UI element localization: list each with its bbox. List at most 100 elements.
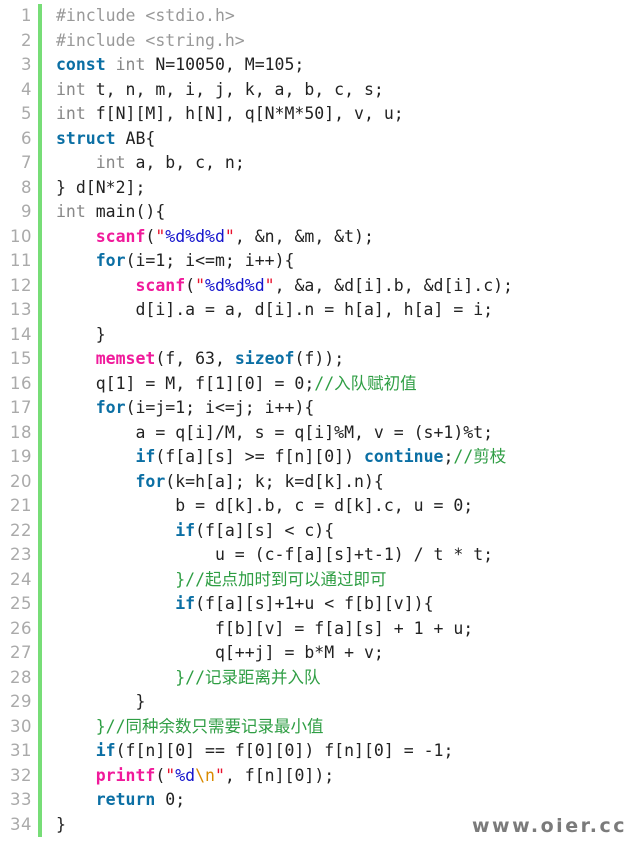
code-line-content: f[b][v] = f[a][s] + 1 + u; <box>42 617 639 642</box>
token-keyword: if <box>175 520 196 540</box>
code-line-content: }//起点加时到可以通过即可 <box>42 568 639 593</box>
token-string: " <box>214 765 225 785</box>
site-watermark: www.oier.cc <box>471 815 627 837</box>
token-plain: q[1] = M, f[1][0] = 0; <box>56 373 315 393</box>
code-line: 17 for(i=j=1; i<=j; i++){ <box>0 396 639 421</box>
code-line-content: q[1] = M, f[1][0] = 0;//入队赋初值 <box>42 372 639 397</box>
code-line-content: scanf("%d%d%d", &a, &d[i].b, &d[i].c); <box>42 274 639 299</box>
code-line: 7 int a, b, c, n; <box>0 151 639 176</box>
token-plain: , f[n][0]); <box>224 765 335 785</box>
token-plain: (f, 63, <box>155 349 235 368</box>
code-line-content: } d[N*2]; <box>42 176 639 201</box>
code-line-content: b = d[k].b, c = d[k].c, u = 0; <box>42 494 639 519</box>
token-comment: //剪枝 <box>453 447 507 466</box>
code-line-content: scanf("%d%d%d", &n, &m, &t); <box>42 225 639 250</box>
code-line: 16 q[1] = M, f[1][0] = 0;//入队赋初值 <box>0 371 639 397</box>
token-type: int <box>115 55 146 74</box>
code-line: 31 if(f[n][0] == f[0][0]) f[n][0] = -1; <box>0 739 639 764</box>
line-number: 12 <box>10 275 32 295</box>
token-plain: (f[a][s] >= f[n][0]) <box>155 447 364 466</box>
token-keyword: return <box>95 790 156 809</box>
code-line: 5 int f[N][M], h[N], q[N*M*50], v, u; <box>0 102 639 127</box>
token-keyword: struct <box>56 128 116 148</box>
code-line-content: return 0; <box>42 788 639 813</box>
code-line-content: for(i=1; i<=m; i++){ <box>42 249 639 274</box>
line-number: 28 <box>10 667 32 687</box>
token-plain: } <box>56 324 106 344</box>
token-plain: ( <box>155 765 166 785</box>
code-line: 1 #include <stdio.h> <box>0 4 639 29</box>
line-number: 33 <box>10 790 32 809</box>
code-line-content: if(f[n][0] == f[0][0]) f[n][0] = -1; <box>42 739 639 764</box>
code-line: 24 }//起点加时到可以通过即可 <box>0 567 639 593</box>
line-number: 6 <box>21 128 32 148</box>
token-fmt: %d%d%d <box>205 275 265 295</box>
token-keyword: if <box>135 447 156 466</box>
token-string: " <box>165 765 176 785</box>
token-plain: (k=h[a]; k; k=d[k].n){ <box>165 471 384 491</box>
line-number: 16 <box>10 373 32 393</box>
token-type: int <box>95 153 126 172</box>
code-line: 26 f[b][v] = f[a][s] + 1 + u; <box>0 616 639 642</box>
token-keyword: sizeof <box>234 349 295 368</box>
token-comment: }//起点加时到可以通过即可 <box>175 569 387 589</box>
code-line: 25 if(f[a][s]+1+u < f[b][v]){ <box>0 592 639 617</box>
token-string: " <box>155 226 166 246</box>
token-plain: a = q[i]/M, s = q[i]%M, v = (s+1)%t; <box>56 422 494 442</box>
token-string: " <box>195 275 206 295</box>
line-number: 24 <box>10 569 32 589</box>
line-number: 22 <box>10 520 32 540</box>
line-number: 27 <box>10 643 32 662</box>
code-line: 32 printf("%d\n", f[n][0]); <box>0 763 639 789</box>
token-plain: } d[N*2]; <box>56 177 146 197</box>
line-number: 11 <box>10 251 32 270</box>
code-line: 27 q[++j] = b*M + v; <box>0 641 639 666</box>
code-line: 4 int t, n, m, i, j, k, a, b, c, s; <box>0 77 639 102</box>
code-line: 2 #include <string.h> <box>0 28 639 54</box>
line-number: 29 <box>10 692 32 711</box>
token-keyword: continue <box>363 447 444 466</box>
code-line-content: }//同种余数只需要记录最小值 <box>42 715 639 740</box>
token-plain: a, b, c, n; <box>125 153 245 172</box>
code-line-content: struct AB{ <box>42 127 639 152</box>
token-plain: AB{ <box>115 128 156 148</box>
token-keyword: if <box>95 741 116 760</box>
line-number: 4 <box>21 79 32 99</box>
code-line-content: }//记录距离并入队 <box>42 666 639 691</box>
token-plain: 0; <box>155 790 186 809</box>
token-plain: q[++j] = b*M + v; <box>56 643 384 662</box>
code-line: 8} d[N*2]; <box>0 175 639 201</box>
code-line: 20 for(k=h[a]; k; k=d[k].n){ <box>0 469 639 494</box>
code-line-content: const int N=10050, M=105; <box>42 53 639 78</box>
code-line-content: #include <string.h> <box>42 29 639 54</box>
code-line-content: int f[N][M], h[N], q[N*M*50], v, u; <box>42 102 639 127</box>
token-func: printf <box>95 765 156 785</box>
line-number: 32 <box>10 765 32 785</box>
line-number: 25 <box>10 594 32 613</box>
token-plain: f[N][M], h[N], q[N*M*50], v, u; <box>85 104 404 123</box>
token-plain: u = (c-f[a][s]+t-1) / t * t; <box>56 545 494 564</box>
code-line-content: printf("%d\n", f[n][0]); <box>42 764 639 789</box>
token-plain: b = d[k].b, c = d[k].c, u = 0; <box>56 496 474 515</box>
token-string: " <box>264 275 275 295</box>
token-keyword: for <box>95 398 126 417</box>
code-line: 6 struct AB{ <box>0 126 639 152</box>
code-line: 23 u = (c-f[a][s]+t-1) / t * t; <box>0 543 639 568</box>
code-line-content: } <box>42 323 639 348</box>
code-line: 21 b = d[k].b, c = d[k].c, u = 0; <box>0 494 639 519</box>
code-line-content: if(f[a][s] < c){ <box>42 519 639 544</box>
code-line-content: u = (c-f[a][s]+t-1) / t * t; <box>42 543 639 568</box>
code-line-content: #include <stdio.h> <box>42 4 639 29</box>
code-line: 12 scanf("%d%d%d", &a, &d[i].b, &d[i].c)… <box>0 273 639 299</box>
line-number: 26 <box>10 618 32 638</box>
token-pre: #include <string.h> <box>56 30 245 50</box>
code-line-content: if(f[a][s]+1+u < f[b][v]){ <box>42 592 639 617</box>
token-keyword: for <box>135 471 166 491</box>
